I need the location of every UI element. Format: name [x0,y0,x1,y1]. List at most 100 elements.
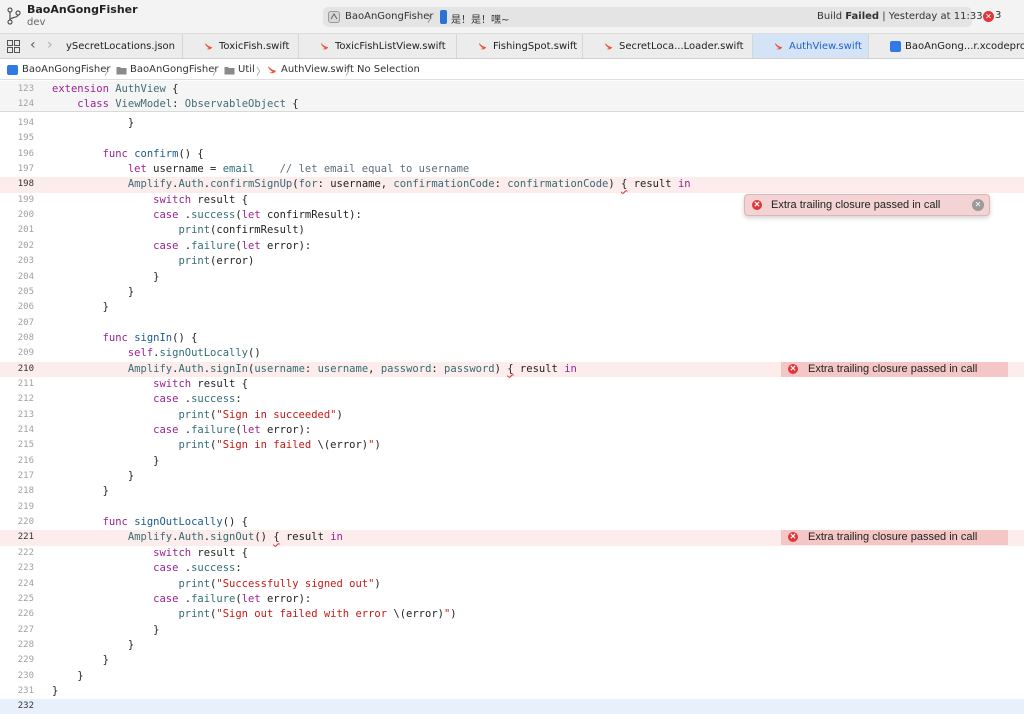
code-line[interactable]: 203 print(error) [0,254,1024,269]
scheme-selector[interactable]: BaoAnGongFisher 〉 是！是！嘿~ Build Failed | … [323,7,983,27]
code-token: case [153,562,185,575]
code-line[interactable]: 223 case .success: [0,561,1024,576]
build-status[interactable]: Build Failed | Yesterday at 11:33 [817,11,983,22]
code-token: Auth [178,178,204,191]
error-popover[interactable]: ✕ Extra trailing closure passed in call … [744,194,990,216]
code-token: success [191,393,236,406]
swift-icon [205,43,212,50]
code-line[interactable]: 196 func confirm() { [0,147,1024,162]
tab-xcodeproj[interactable]: BaoAnGong...r.xcodeproj [868,34,1024,58]
code-line[interactable]: 202 case .failure(let error): [0,239,1024,254]
code-line[interactable]: 216 } [0,454,1024,469]
tab-label: ToxicFishListView.swift [335,41,446,52]
code-line[interactable]: 220 func signOutLocally() { [0,515,1024,530]
tab-json-file[interactable]: ySecretLocations.json [62,34,182,58]
code-text: func signOutLocally() { [52,516,248,528]
code-token: username [254,362,305,375]
breadcrumb-group[interactable]: BaoAnGongFisher [130,64,218,75]
tab-swift-file[interactable]: SecretLoca...Loader.swift [582,34,752,58]
breadcrumb: BaoAnGongFisher 〉 BaoAnGongFisher 〉 Util… [0,59,1024,80]
sticky-header-line[interactable]: 124 class ViewModel: ObservableObject { [0,97,1024,112]
code-line[interactable]: 206 } [0,300,1024,315]
project-icon [7,65,18,75]
issues-badge[interactable]: ✕ 3 [983,10,1013,24]
code-line[interactable]: 195 [0,131,1024,146]
close-icon[interactable]: ✕ [972,199,984,211]
code-text: Amplify.Auth.signIn(username: username, … [52,363,577,375]
tab-label: ySecretLocations.json [66,41,176,52]
code-text: func confirm() { [52,148,204,160]
code-token: case [153,393,185,406]
inline-error-banner[interactable]: ✕ Extra trailing closure passed in call [781,530,1008,546]
code-line[interactable]: 218 } [0,484,1024,499]
code-token: failure [191,592,236,605]
code-line[interactable]: 227 } [0,623,1024,638]
code-line[interactable]: 219 [0,500,1024,515]
tab-swift-file[interactable]: ToxicFishListView.swift [298,34,456,58]
code-line[interactable]: 231} [0,684,1024,699]
line-number: 219 [17,501,34,512]
code-token: { [285,98,299,110]
code-line[interactable]: 205 } [0,285,1024,300]
tab-swift-file[interactable]: ToxicFish.swift [182,34,298,58]
code-token: result { [197,546,248,559]
tab-swift-file[interactable]: FishingSpot.swift [456,34,582,58]
code-text: print(error) [52,255,254,267]
code-line-error[interactable]: 198 Amplify.Auth.confirmSignUp(for: user… [0,177,1024,193]
code-text: class ViewModel: ObservableObject { [52,98,299,110]
code-line[interactable]: 222 switch result { [0,546,1024,561]
code-token: () [254,531,274,544]
forward-button[interactable]: › [47,37,53,53]
code-line[interactable]: 197 let username = email // let email eq… [0,162,1024,177]
code-text: switch result { [52,194,248,206]
code-line[interactable]: 212 case .success: [0,392,1024,407]
code-token: } [52,654,109,667]
code-line[interactable]: 229 } [0,653,1024,668]
code-line[interactable]: 226 print("Sign out failed with error \(… [0,607,1024,622]
breadcrumb-folder[interactable]: Util [238,64,255,75]
line-number: 213 [17,409,34,420]
code-line[interactable]: 207 [0,316,1024,331]
code-line[interactable]: 211 switch result { [0,377,1024,392]
back-button[interactable]: ‹ [30,37,36,53]
code-line[interactable]: 224 print("Successfully signed out") [0,577,1024,592]
code-line[interactable]: 230 } [0,669,1024,684]
project-name[interactable]: BaoAnGongFisher [27,3,138,16]
line-number: 226 [17,609,34,620]
sticky-header-line[interactable]: 123 extension AuthView { [0,82,1024,97]
code-line[interactable]: 204 } [0,270,1024,285]
tab-label: ToxicFish.swift [219,41,290,52]
code-line[interactable]: 201 print(confirmResult) [0,223,1024,238]
code-line[interactable]: 232 [0,699,1024,714]
inline-error-banner[interactable]: ✕ Extra trailing closure passed in call [781,361,1008,377]
code-line[interactable]: 213 print("Sign in succeeded") [0,408,1024,423]
device-name[interactable]: 是！是！嘿~ [451,11,509,26]
line-number: 207 [17,317,34,328]
code-line[interactable]: 225 case .failure(let error): [0,592,1024,607]
breadcrumb-file[interactable]: AuthView.swift [281,64,354,75]
code-token: class [77,98,116,110]
breadcrumb-selection[interactable]: No Selection [357,64,420,75]
branch-name[interactable]: dev [27,17,45,28]
code-text: } [52,670,83,682]
code-token: switch [153,193,198,206]
swift-icon [775,43,782,50]
code-line[interactable]: 214 case .failure(let error): [0,423,1024,438]
code-line[interactable]: 215 print("Sign in failed \(error)") [0,438,1024,453]
breadcrumb-project[interactable]: BaoAnGongFisher [22,64,110,75]
code-token: ) [450,608,457,621]
grid-icon[interactable] [7,40,20,53]
code-line[interactable]: 209 self.signOutLocally() [0,346,1024,361]
code-line[interactable]: 194 } [0,116,1024,131]
code-line[interactable]: 217 } [0,469,1024,484]
code-token: : [431,362,445,375]
code-token: failure [191,424,236,436]
code-line[interactable]: 208 func signIn() { [0,331,1024,346]
scheme-name[interactable]: BaoAnGongFisher [345,11,433,22]
line-number: 214 [17,425,34,435]
tab-active-swift-file[interactable]: AuthView.swift [752,34,868,58]
code-line[interactable]: 228 } [0,638,1024,653]
